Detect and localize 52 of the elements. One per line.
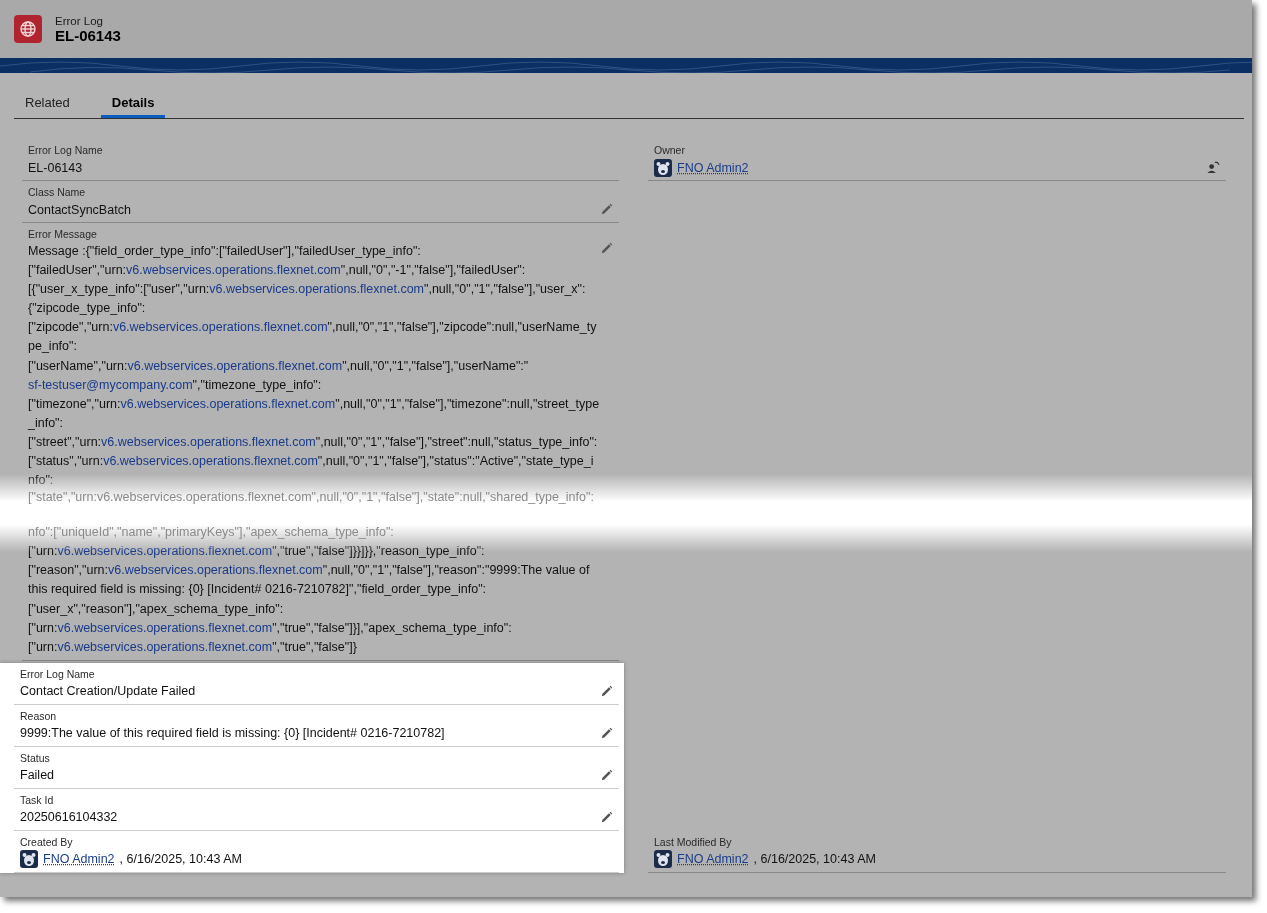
field-label: Owner [654,144,686,156]
error-message-text: ["urn:v6.webservices.operations.flexnet.com","true","false"]}}]}},"reason_type_info":["reason","urn:v6.webservices.operations.flexnet.com",null,"0","1","false"],"reason":"9999:The value of this required field is missing: {0} [Incident# 0216-7210782]","field_order_type_info":["user_x","reason"],"apex_schema_type_info":["urn:v6.webservices.operations.flexnet.com","true","false"]}],"apex_schema_type_info":["urn:v6.webservices.operations.flexnet.com","true","false"]} [28,543,591,656]
edit-pencil-icon[interactable] [600,768,613,782]
field-value: Contact Creation/Update Failed [20,684,196,699]
record-title: EL-06143 [55,26,121,44]
field-label: Status [20,751,51,764]
field-label: Error Message [28,228,98,240]
object-type-label: Error Log [55,14,104,27]
timestamp-text: , 6/16/2025, 10:43 AM [753,852,876,867]
message-link[interactable]: v6.webservices.operations.flexnet.com [126,263,341,278]
field-label: Class Name [28,186,87,198]
message-link[interactable]: v6.webservices.operations.flexnet.com [57,544,273,559]
field-label: Error Log Name [28,144,104,156]
message-link[interactable]: v6.webservices.operations.flexnet.com [209,282,424,297]
message-link[interactable]: v6.webservices.operations.flexnet.com [120,396,336,411]
user-avatar-icon [654,158,672,177]
user-link[interactable]: FNO Admin2 [677,852,749,867]
message-link[interactable]: v6.webservices.operations.flexnet.com [57,639,273,654]
edit-pencil-icon[interactable] [600,726,613,740]
timestamp-text: , 6/16/2025, 10:43 AM [119,852,242,867]
field-value: 20250616104332 [20,810,118,825]
message-link[interactable]: v6.webservices.operations.flexnet.com [103,454,318,469]
faded-message-line: ["state","urn:v6.webservices.operations.flexnet.com",null,"0","1","false"],"state":null,"shared_type_info": [28,490,595,506]
change-owner-icon[interactable] [1207,161,1220,174]
tab[interactable]: Details [100,89,166,118]
field-label: Reason [20,709,58,722]
message-link[interactable]: v6.webservices.operations.flexnet.com [101,434,316,449]
user-avatar-icon [654,850,672,869]
field-label: Task Id [20,793,55,806]
user-link[interactable]: FNO Admin2 [677,160,749,175]
field-value: Failed [20,768,55,783]
field-value: 9999:The value of this required field is missing: {0} [Incident# 0216-7210782] [20,726,445,741]
user-avatar-icon [20,850,38,869]
tab[interactable]: Related [14,89,81,118]
globe-icon [14,15,42,43]
message-link[interactable]: v6.webservices.operations.flexnet.com [112,320,328,335]
message-link[interactable]: sf-testuser@mycompany.com [28,377,193,392]
edit-pencil-icon[interactable] [600,242,613,255]
edit-pencil-icon[interactable] [600,810,613,824]
field-label: Last Modified By [654,835,733,848]
edit-pencil-icon[interactable] [600,684,613,698]
field-label: Error Log Name [20,667,96,680]
field-value: ContactSyncBatch [28,202,131,217]
user-link[interactable]: FNO Admin2 [43,852,115,867]
message-link[interactable]: v6.webservices.operations.flexnet.com [57,620,273,635]
field-value: EL-06143 [28,160,83,175]
field-label: Created By [20,835,74,848]
message-link[interactable]: v6.webservices.operations.flexnet.com [127,358,343,373]
edit-pencil-icon[interactable] [600,203,613,216]
faded-message-line: nfo":["uniqueId","name","primaryKeys"],"apex_schema_type_info": [28,525,395,541]
error-message-text: Message :{"field_order_type_info":["failedUser"],"failedUser_type_info":["failedUser","urn:v6.webservices.operations.flexnet.com",null,"0","-1","false"],"failedUser":[{"user_x_type_info":["user","urn:v6.webservices.operations.flexnet.com",null,"0","1","false"],"user_x":{"zipcode_type_info":["zipcode","urn:v6.webservices.operations.flexnet.com",null,"0","1","false"],"zipcode":null,"userName_type_info":["userName","urn:v6.webservices.operations.flexnet.com",null,"0","1","false"],"userName":" sf-testuser@mycompany.com","timezone_type_info":["timezone","urn:v6.webservices.operations.flexnet.com",null,"0","1","false"],"timezone":null,"street_type_info":["street","urn:v6.webservices.operations.flexnet.com",null,"0","1","false"],"street":null,"status_type_info":["status","urn:v6.webservices.operations.flexnet.com",null,"0","1","false"],"status":"Active","state_type_info": [28,243,600,490]
message-link[interactable]: v6.webservices.operations.flexnet.com [108,563,323,578]
